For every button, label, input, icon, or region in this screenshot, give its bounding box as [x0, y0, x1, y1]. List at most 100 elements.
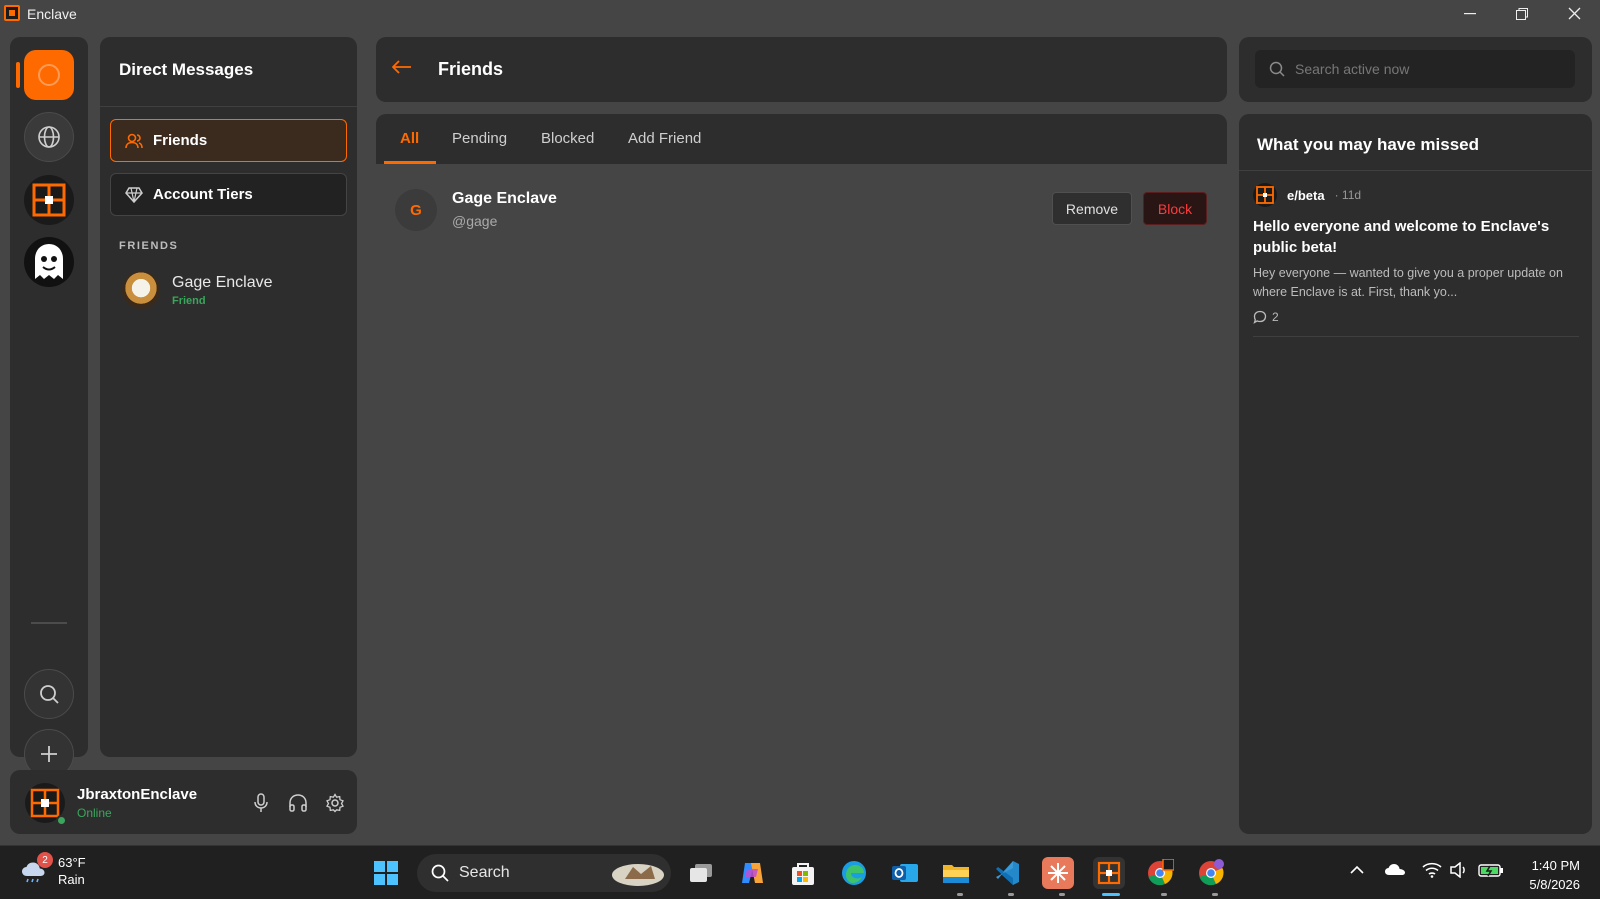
- start-button[interactable]: [370, 857, 402, 889]
- wifi-icon: [1422, 862, 1442, 878]
- tab-add-friend[interactable]: Add Friend: [628, 130, 701, 147]
- arrow-left-icon: [391, 60, 411, 74]
- chrome-profile-button[interactable]: [1195, 857, 1227, 889]
- volume-button[interactable]: [1450, 861, 1470, 881]
- restore-button[interactable]: [1496, 0, 1548, 27]
- weather-alert-badge: 2: [37, 852, 53, 868]
- copilot-icon: [742, 863, 763, 883]
- chrome-icon: [1199, 859, 1224, 886]
- store-button[interactable]: [787, 857, 819, 889]
- home-button[interactable]: [24, 50, 74, 100]
- weather-widget[interactable]: 2 63°F Rain: [20, 852, 86, 888]
- folder-icon: [943, 865, 969, 883]
- enclave-logo-icon: [1256, 186, 1274, 204]
- battery-button[interactable]: [1478, 862, 1504, 881]
- block-friend-button[interactable]: Block: [1143, 192, 1207, 225]
- remove-friend-button[interactable]: Remove: [1052, 192, 1132, 225]
- dm-header: Direct Messages: [100, 37, 357, 107]
- task-view-icon: [690, 864, 712, 882]
- headphones-button[interactable]: [287, 792, 309, 814]
- edge-button[interactable]: [838, 857, 870, 889]
- speaker-icon: [1450, 861, 1465, 879]
- search-icon: [1269, 61, 1285, 77]
- close-button[interactable]: [1548, 0, 1600, 27]
- direct-messages-panel: Direct Messages Friends Account Tiers FR…: [100, 37, 357, 757]
- post-title[interactable]: Hello everyone and welcome to Enclave's …: [1253, 216, 1579, 258]
- back-button[interactable]: [391, 54, 412, 80]
- explore-button[interactable]: [24, 112, 74, 162]
- search-icon: [40, 685, 59, 704]
- windows-logo-icon: [374, 861, 398, 885]
- search-servers-button[interactable]: [24, 669, 74, 719]
- tab-pending[interactable]: Pending: [452, 130, 507, 147]
- active-now-search-input[interactable]: Search active now: [1255, 50, 1575, 88]
- friend-list-row[interactable]: G Gage Enclave @gage Remove Block: [376, 175, 1227, 239]
- plus-icon: [41, 746, 57, 762]
- taskbar-search-label: Search: [459, 864, 510, 881]
- tab-all[interactable]: All: [400, 130, 419, 147]
- copilot-button[interactable]: [736, 857, 768, 889]
- minimize-icon: [1464, 12, 1476, 14]
- post-community[interactable]: e/beta: [1287, 188, 1325, 203]
- friends-nav-label: Friends: [153, 132, 208, 149]
- taskbar-search[interactable]: Search: [417, 854, 671, 892]
- file-explorer-button[interactable]: [940, 857, 972, 889]
- headphones-icon: [289, 794, 307, 812]
- chrome-enclave-button[interactable]: [1144, 857, 1176, 889]
- edge-icon: [842, 861, 866, 885]
- microphone-icon: [254, 793, 268, 812]
- sparkle-icon: [1048, 863, 1068, 883]
- system-clock[interactable]: 1:40 PM 5/8/2026: [1529, 856, 1580, 894]
- task-view-button[interactable]: [685, 857, 717, 889]
- vscode-icon: [996, 861, 1019, 885]
- friend-status: Friend: [172, 294, 206, 307]
- tray-overflow-button[interactable]: [1350, 862, 1364, 878]
- account-tiers-nav-item[interactable]: Account Tiers: [110, 173, 347, 216]
- store-icon: [792, 863, 814, 885]
- ghost-avatar-icon: [35, 244, 63, 279]
- battery-charging-icon: [1478, 864, 1503, 877]
- outlook-icon: [892, 864, 918, 882]
- page-title: Friends: [438, 59, 504, 79]
- close-icon: [1568, 7, 1580, 20]
- vscode-button[interactable]: [991, 857, 1023, 889]
- minimize-button[interactable]: [1444, 0, 1496, 27]
- tab-blocked[interactable]: Blocked: [541, 130, 594, 147]
- microphone-button[interactable]: [250, 792, 272, 814]
- search-placeholder: Search active now: [1295, 61, 1410, 77]
- missed-panel: What you may have missed e/beta · 11d He…: [1239, 114, 1592, 834]
- wifi-button[interactable]: [1422, 862, 1442, 881]
- chevron-up-icon: [1350, 865, 1364, 874]
- enclave-server-button[interactable]: [24, 175, 74, 225]
- post-age: · 11d: [1334, 188, 1362, 202]
- friend-row-name: Gage Enclave: [452, 190, 557, 207]
- running-indicator: [1008, 893, 1014, 896]
- community-icon: [1253, 183, 1277, 207]
- window-title: Enclave: [27, 6, 77, 22]
- friends-nav-item[interactable]: Friends: [110, 119, 347, 162]
- enclave-logo-icon: [32, 183, 66, 217]
- claude-app-button[interactable]: [1042, 857, 1074, 889]
- avatar: [122, 271, 160, 309]
- active-now-search-panel: Search active now: [1239, 37, 1592, 102]
- enclave-taskbar-button[interactable]: [1093, 857, 1125, 889]
- enclave-logo-icon: [30, 788, 60, 818]
- post-card[interactable]: e/beta · 11d Hello everyone and welcome …: [1253, 183, 1579, 337]
- home-circle-icon: [38, 64, 60, 86]
- settings-button[interactable]: [324, 792, 346, 814]
- friends-section-label: FRIENDS: [119, 240, 179, 252]
- title-bar: Enclave: [0, 0, 1600, 27]
- weather-temperature: 63°F: [58, 855, 86, 870]
- post-comments[interactable]: 2: [1253, 310, 1579, 324]
- server-rail: [10, 37, 88, 779]
- dm-friend-item[interactable]: Gage Enclave Friend: [122, 271, 273, 309]
- running-indicator: [1212, 893, 1218, 896]
- globe-icon: [38, 126, 60, 148]
- chrome-icon: [1148, 859, 1174, 886]
- weather-description: Rain: [58, 872, 85, 887]
- ghost-server-button[interactable]: [24, 237, 74, 287]
- active-running-indicator: [1102, 893, 1120, 896]
- outlook-button[interactable]: [889, 857, 921, 889]
- friend-name: Gage Enclave: [172, 273, 273, 291]
- onedrive-button[interactable]: [1384, 862, 1406, 879]
